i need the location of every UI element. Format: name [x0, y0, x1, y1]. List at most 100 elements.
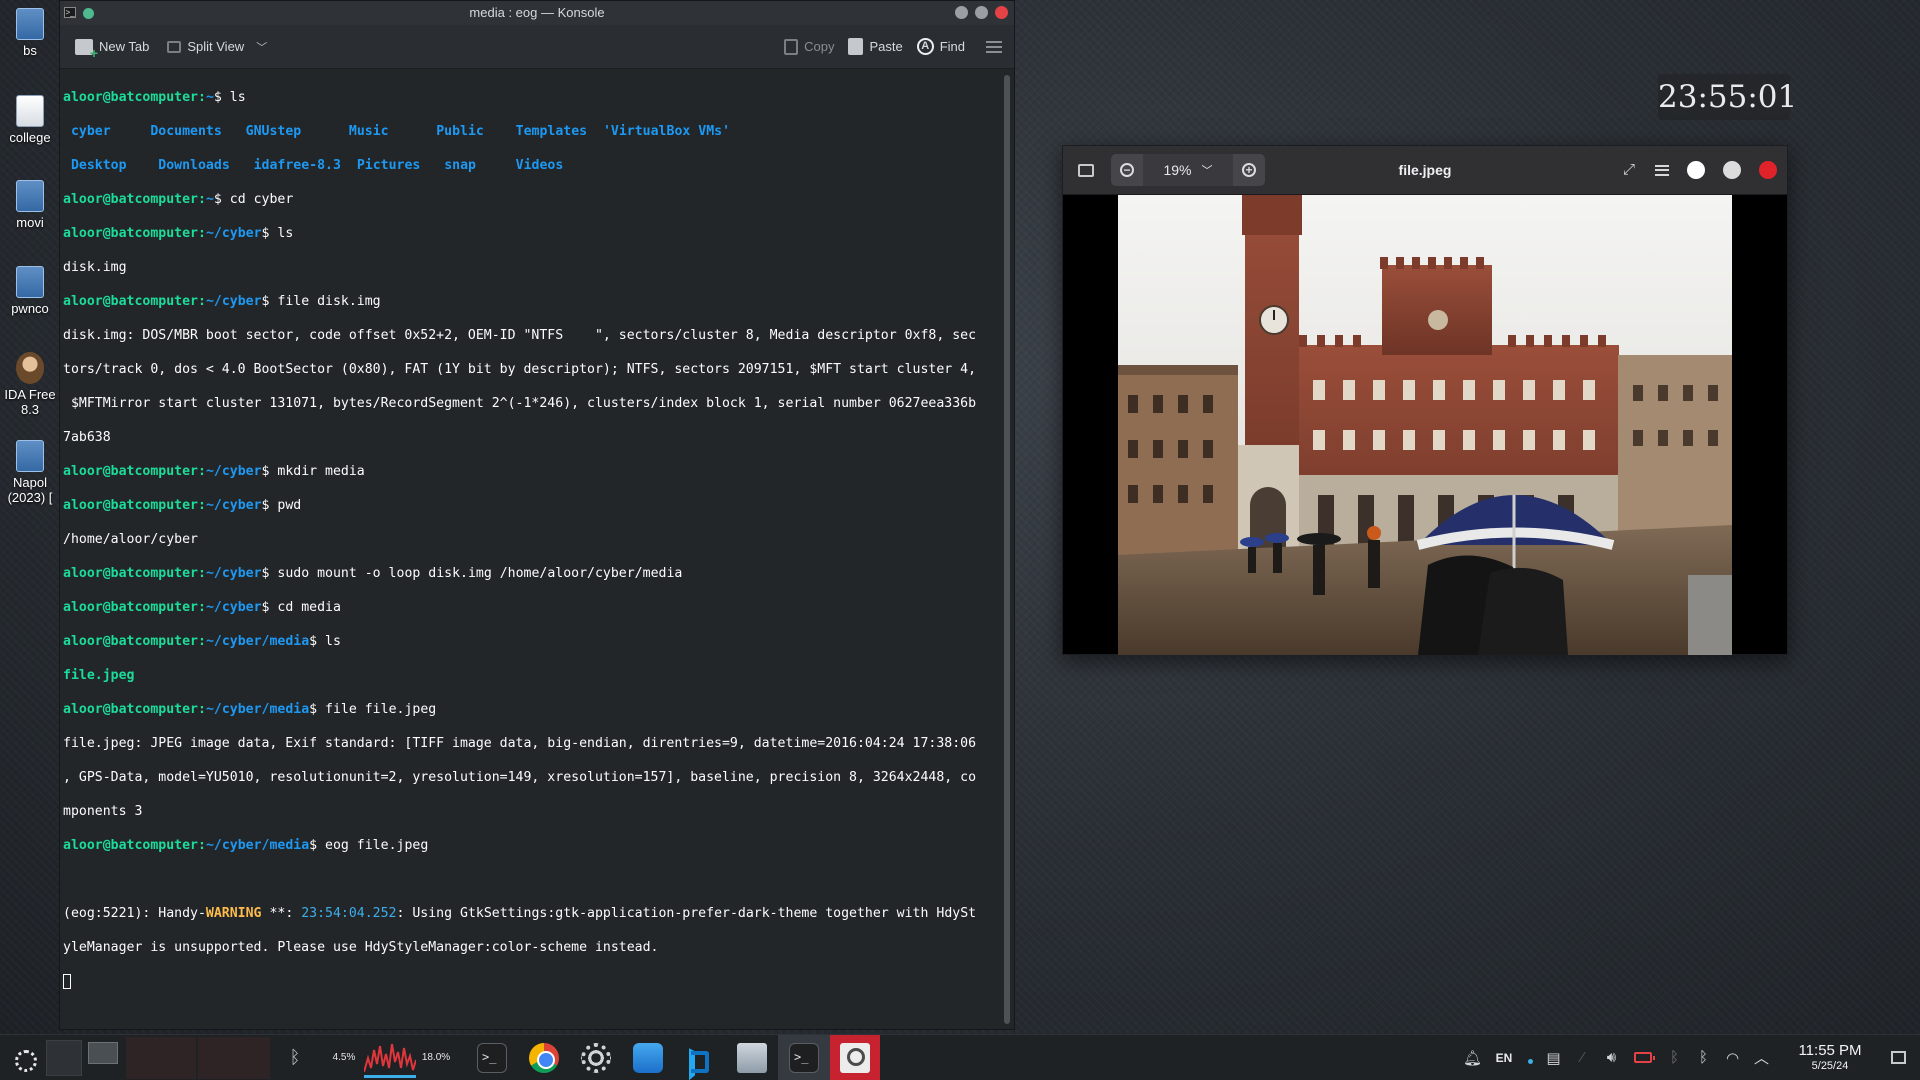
minimize-button[interactable]	[955, 6, 968, 19]
new-tab-button[interactable]: New Tab	[68, 35, 156, 61]
desktop-icon-pwnco[interactable]: pwnco	[0, 266, 60, 316]
bluetooth-icon[interactable]: ᛒ	[1660, 1049, 1689, 1066]
taskbar-konsole-active[interactable]: >_	[778, 1034, 830, 1080]
copy-icon	[784, 38, 799, 55]
viewer-headerbar[interactable]: − 19% ﹀ + file.jpeg ⤢	[1063, 146, 1787, 195]
keyboard-layout-indicator[interactable]: EN	[1487, 1051, 1521, 1065]
desktop-icon-movi[interactable]: movi	[0, 180, 60, 230]
terminal-line: Desktop Downloads idafree-8.3 Pictures s…	[70, 158, 564, 173]
gallery-button[interactable]	[1071, 155, 1101, 185]
battery-icon[interactable]	[1626, 1052, 1660, 1063]
wifi-icon[interactable]: ◠	[1718, 1049, 1747, 1067]
terminal-line: aloor@batcomputer:~/cyber/media$ file fi…	[63, 702, 437, 717]
status-dot-icon[interactable]	[1521, 1051, 1539, 1064]
terminal-line: aloor@batcomputer:~$ cd cyber	[63, 192, 294, 207]
virtual-desktop-1[interactable]	[46, 1039, 82, 1076]
zoom-out-button[interactable]: −	[1111, 154, 1143, 186]
split-view-label: Split View	[187, 39, 245, 54]
desktop-icon-label: IDA Free	[4, 387, 56, 402]
terminal-line: disk.img	[63, 260, 127, 275]
konsole-titlebar[interactable]: >_ media : eog — Konsole	[60, 1, 1014, 25]
taskbar-vscode[interactable]	[674, 1035, 726, 1080]
desktop-icon-label: pwnco	[11, 301, 49, 316]
copy-button[interactable]: Copy	[777, 35, 841, 59]
zoom-in-button[interactable]: +	[1233, 154, 1265, 186]
close-button[interactable]	[995, 6, 1008, 19]
taskbar-konsole-launcher[interactable]: >_	[466, 1035, 518, 1080]
desktop-clock-widget: 23:55:01	[1658, 74, 1797, 120]
desktop-icons: bs college movi pwnco IDA Free 8.3 Napol…	[0, 0, 60, 1030]
volume-icon[interactable]: 🔊︎	[1597, 1049, 1626, 1066]
zoom-in-icon: +	[1242, 163, 1256, 177]
hamburger-menu-icon[interactable]	[1655, 164, 1669, 176]
clock-time: 11:55 PM	[1798, 1042, 1862, 1059]
show-desktop-button[interactable]	[1876, 1051, 1920, 1064]
cpu-graph-icon	[364, 1043, 416, 1078]
terminal-line: aloor@batcomputer:~/cyber/media$ eog fil…	[63, 838, 429, 853]
find-button[interactable]: A Find	[910, 34, 972, 59]
desktop-icon-ida-free[interactable]: IDA Free 8.3	[0, 352, 60, 417]
terminal-scrollbar[interactable]	[1004, 75, 1010, 1024]
clipboard-icon[interactable]: ▤	[1539, 1049, 1568, 1067]
maximize-button[interactable]	[1723, 161, 1741, 179]
desktop-icon-label-line2: (2023) [	[7, 490, 53, 505]
terminal-line: , GPS-Data, model=YU5010, resolutionunit…	[63, 770, 977, 785]
taskbar-chrome[interactable]	[518, 1035, 570, 1080]
desktop-icon-napol[interactable]: Napol (2023) [	[0, 440, 60, 505]
terminal-line: aloor@batcomputer:~/cyber$ cd media	[63, 600, 341, 615]
bluetooth-icon[interactable]: ᛒ	[1689, 1049, 1718, 1066]
taskbar-file-manager[interactable]	[726, 1035, 778, 1080]
terminal-line: (eog:5221): Handy-WARNING **: 23:54:04.2…	[63, 906, 977, 921]
terminal-line	[63, 973, 993, 990]
terminal-icon: >_	[477, 1042, 507, 1073]
image-canvas[interactable]	[1063, 195, 1787, 655]
settings-icon	[581, 1042, 611, 1073]
ida-logo-icon	[16, 352, 44, 384]
zoom-level-dropdown[interactable]: 19% ﹀	[1143, 154, 1233, 186]
application-launcher-button[interactable]	[0, 1035, 46, 1080]
document-icon	[16, 95, 44, 127]
taskbar-store[interactable]	[622, 1035, 674, 1080]
hamburger-menu-icon[interactable]	[986, 40, 1002, 53]
maximize-button[interactable]	[975, 6, 988, 19]
taskbar-image-viewer-active[interactable]	[830, 1034, 880, 1080]
terminal-icon: >_	[64, 7, 76, 18]
terminal-icon: >_	[789, 1042, 819, 1073]
terminal-cursor	[63, 973, 71, 989]
terminal-line: 7ab638	[63, 430, 111, 445]
desktop-icon-label: Napol	[13, 475, 47, 490]
split-view-button[interactable]: Split View ﹀	[160, 35, 274, 59]
terminal-output[interactable]: aloor@batcomputer:~$ ls cyber Documents …	[60, 70, 996, 1029]
chevron-up-icon[interactable]: ︿	[1747, 1047, 1776, 1068]
file-icon	[16, 440, 44, 472]
desktop-icon-bs[interactable]: bs	[0, 8, 60, 58]
image-viewer-icon	[840, 1042, 870, 1073]
folder-icon	[737, 1042, 767, 1073]
paste-icon	[848, 38, 864, 55]
clock-date: 5/25/24	[1811, 1060, 1849, 1072]
terminal-line: aloor@batcomputer:~/cyber/media$ ls	[63, 634, 341, 649]
minimize-button[interactable]	[1687, 161, 1705, 179]
terminal-line: aloor@batcomputer:~/cyber$ mkdir media	[63, 464, 365, 479]
task-slot[interactable]	[126, 1036, 196, 1079]
terminal-line: /home/aloor/cyber	[63, 532, 198, 547]
fullscreen-icon[interactable]: ⤢	[1621, 162, 1637, 178]
network-disconnected-icon[interactable]: ⁄	[1568, 1049, 1597, 1066]
close-button[interactable]	[1759, 161, 1777, 179]
file-icon	[16, 180, 44, 212]
notifications-icon[interactable]: 🔔︎	[1458, 1049, 1487, 1067]
virtual-desktop-2[interactable]	[88, 1042, 118, 1064]
launcher-icon	[13, 1048, 37, 1072]
taskbar-settings[interactable]	[570, 1035, 622, 1080]
terminal-line: file.jpeg	[63, 668, 135, 683]
pin-icon[interactable]	[83, 8, 94, 19]
chevron-down-icon: ﹀	[1201, 165, 1213, 177]
file-icon	[16, 266, 44, 298]
taskbar-clock[interactable]: 11:55 PM 5/25/24	[1784, 1042, 1876, 1073]
task-slot[interactable]	[198, 1036, 270, 1079]
desktop-icon-college[interactable]: college	[0, 95, 60, 145]
bluetooth-icon[interactable]: ᛒ	[280, 1035, 310, 1080]
paste-button[interactable]: Paste	[841, 34, 909, 59]
cpu-graph[interactable]	[364, 1038, 416, 1078]
